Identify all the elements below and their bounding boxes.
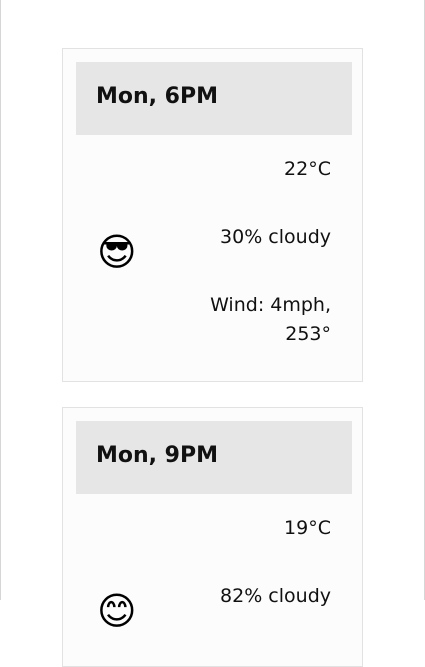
forecast-time: Mon, 6PM bbox=[96, 84, 219, 109]
wind-value: Wind: 4mph, 253° bbox=[210, 294, 331, 345]
temperature-value: 19°C bbox=[284, 517, 331, 539]
smiling-face-with-sunglasses-icon: 😎 bbox=[97, 230, 137, 274]
cloud-cover-value: 82% cloudy bbox=[220, 585, 331, 607]
page-frame: Mon, 6PM 😎 22°C 30% cloudy Wind: 4mph, 2… bbox=[0, 0, 425, 667]
forecast-card-header: Mon, 6PM bbox=[76, 62, 352, 135]
temperature-value: 22°C bbox=[284, 158, 331, 180]
forecast-card-header: Mon, 9PM bbox=[76, 421, 352, 494]
smiling-face-icon: 😊 bbox=[97, 589, 137, 633]
forecast-card: Mon, 9PM 😊 19°C 82% cloudy bbox=[62, 407, 363, 667]
cloud-cover-value: 30% cloudy bbox=[220, 226, 331, 248]
forecast-card: Mon, 6PM 😎 22°C 30% cloudy Wind: 4mph, 2… bbox=[62, 48, 363, 382]
forecast-time: Mon, 9PM bbox=[96, 443, 219, 468]
